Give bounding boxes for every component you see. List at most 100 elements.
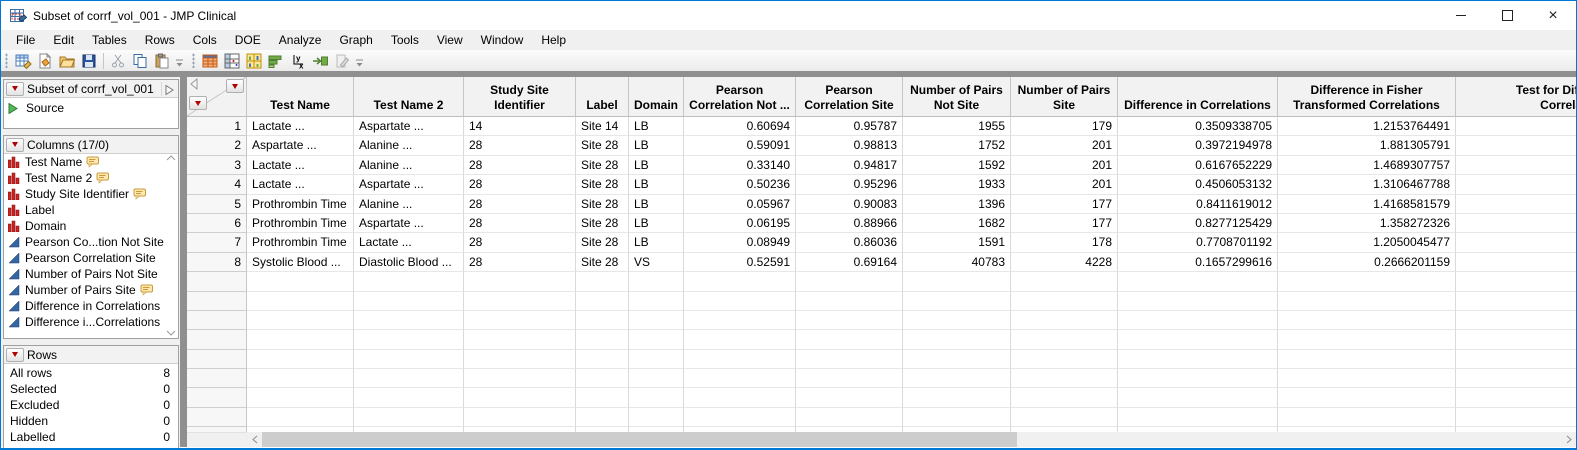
table-cell[interactable]: Lactate ... <box>247 117 354 136</box>
table-cell[interactable]: Site 28 <box>576 175 629 194</box>
menu-doe[interactable]: DOE <box>226 31 270 49</box>
table-cell[interactable] <box>1456 292 1576 311</box>
table-cell[interactable]: Lactate ... <box>247 175 354 194</box>
menu-help[interactable]: Help <box>532 31 575 49</box>
column-header-domain[interactable]: Domain <box>629 77 684 117</box>
table-cell[interactable] <box>903 408 1011 427</box>
column-header-difference-in-correlations[interactable]: Difference in Correlations <box>1118 77 1278 117</box>
minimize-button[interactable] <box>1438 1 1484 30</box>
table-cell[interactable]: 0.88966 <box>796 214 903 233</box>
column-header-test-name-2[interactable]: Test Name 2 <box>354 77 464 117</box>
table-cell[interactable] <box>684 311 796 330</box>
table-cell[interactable] <box>576 272 629 291</box>
table-cell[interactable]: 28 <box>464 195 576 214</box>
table-cell[interactable]: 0.3509338705 <box>1118 117 1278 136</box>
table-cell[interactable]: Prothrombin Time <box>247 233 354 252</box>
table-cell[interactable] <box>629 272 684 291</box>
table-cell[interactable] <box>1118 292 1278 311</box>
table-cell[interactable] <box>796 350 903 369</box>
row-number-cell[interactable]: 8 <box>187 253 247 272</box>
table-cell[interactable] <box>684 369 796 388</box>
table-cell[interactable] <box>629 388 684 407</box>
table-cell[interactable] <box>1118 388 1278 407</box>
table-cell[interactable] <box>354 369 464 388</box>
table-cell[interactable] <box>247 292 354 311</box>
columns-list-item[interactable]: Pearson Correlation Site <box>4 250 178 266</box>
table-cell[interactable]: Aspartate ... <box>354 117 464 136</box>
table-cell[interactable] <box>796 311 903 330</box>
table-cell[interactable]: 1592 <box>903 156 1011 175</box>
table-red-triangle-menu[interactable] <box>6 82 24 96</box>
row-number-cell[interactable]: 6 <box>187 214 247 233</box>
row-number-cell[interactable]: 3 <box>187 156 247 175</box>
source-script-row[interactable]: Source <box>4 98 178 118</box>
table-cell[interactable] <box>354 311 464 330</box>
columns-list-item[interactable]: Difference i...Correlations <box>4 314 178 330</box>
table-cell[interactable] <box>796 388 903 407</box>
table-cell[interactable]: 0.95787 <box>796 117 903 136</box>
edit-script-icon[interactable] <box>331 51 353 70</box>
table-cell[interactable] <box>247 408 354 427</box>
row-number-cell[interactable]: 4 <box>187 175 247 194</box>
tabulate-icon[interactable] <box>221 51 243 70</box>
table-cell[interactable]: Site 28 <box>576 233 629 252</box>
table-cell[interactable]: 0.86036 <box>796 233 903 252</box>
table-cell[interactable] <box>354 292 464 311</box>
table-cell[interactable] <box>1118 350 1278 369</box>
table-cell[interactable] <box>354 330 464 349</box>
menu-edit[interactable]: Edit <box>44 31 83 49</box>
menu-cols[interactable]: Cols <box>184 31 226 49</box>
table-cell[interactable] <box>1456 388 1576 407</box>
column-header-test-name[interactable]: Test Name <box>247 77 354 117</box>
table-cell[interactable] <box>1278 330 1456 349</box>
table-cell[interactable]: 0.08949 <box>684 233 796 252</box>
save-icon[interactable] <box>78 51 100 70</box>
row-number-cell[interactable]: 5 <box>187 195 247 214</box>
menu-graph[interactable]: Graph <box>330 31 381 49</box>
table-cell[interactable] <box>1011 388 1118 407</box>
table-cell[interactable]: 178 <box>1011 233 1118 252</box>
table-cell[interactable] <box>903 330 1011 349</box>
table-cell[interactable] <box>464 408 576 427</box>
table-cell[interactable]: VS <box>629 253 684 272</box>
table-cell[interactable]: LB <box>629 195 684 214</box>
table-cell[interactable]: 1.4689307757 <box>1278 156 1456 175</box>
table-cell[interactable] <box>464 292 576 311</box>
menu-rows[interactable]: Rows <box>136 31 184 49</box>
row-number-cell[interactable] <box>187 272 247 291</box>
panel-collapse-arrow-icon[interactable] <box>161 82 176 96</box>
table-cell[interactable] <box>1011 272 1118 291</box>
table-cell[interactable] <box>629 350 684 369</box>
table-cell[interactable]: Aspartate ... <box>247 136 354 155</box>
table-cell[interactable]: Alanine ... <box>354 156 464 175</box>
rows-stat-row[interactable]: Excluded0 <box>4 396 178 412</box>
table-cell[interactable]: 1955 <box>903 117 1011 136</box>
table-cell[interactable] <box>796 369 903 388</box>
table-cell[interactable] <box>1456 214 1576 233</box>
menu-window[interactable]: Window <box>472 31 533 49</box>
table-cell[interactable]: 177 <box>1011 195 1118 214</box>
table-cell[interactable] <box>247 350 354 369</box>
table-cell[interactable]: 201 <box>1011 175 1118 194</box>
table-cell[interactable]: 1.881305791 <box>1278 136 1456 155</box>
table-cell[interactable]: Diastolic Blood ... <box>354 253 464 272</box>
table-cell[interactable] <box>796 272 903 291</box>
table-cell[interactable] <box>1456 272 1576 291</box>
table-cell[interactable] <box>247 388 354 407</box>
table-cell[interactable] <box>903 369 1011 388</box>
row-number-cell[interactable] <box>187 369 247 388</box>
table-cell[interactable]: 201 <box>1011 156 1118 175</box>
toolbar-grip[interactable] <box>5 53 8 68</box>
cut-icon[interactable] <box>107 51 129 70</box>
row-number-cell[interactable] <box>187 311 247 330</box>
column-header-number-of-pairs-not-site[interactable]: Number of PairsNot Site <box>903 77 1011 117</box>
table-cell[interactable]: 1752 <box>903 136 1011 155</box>
table-cell[interactable] <box>464 311 576 330</box>
table-cell[interactable] <box>1456 408 1576 427</box>
table-cell[interactable]: LB <box>629 214 684 233</box>
table-cell[interactable] <box>1456 233 1576 252</box>
columns-scrollbar[interactable] <box>164 155 177 336</box>
table-cell[interactable]: LB <box>629 175 684 194</box>
scroll-right-icon[interactable] <box>1561 432 1576 447</box>
table-cell[interactable]: 1.2050045477 <box>1278 233 1456 252</box>
